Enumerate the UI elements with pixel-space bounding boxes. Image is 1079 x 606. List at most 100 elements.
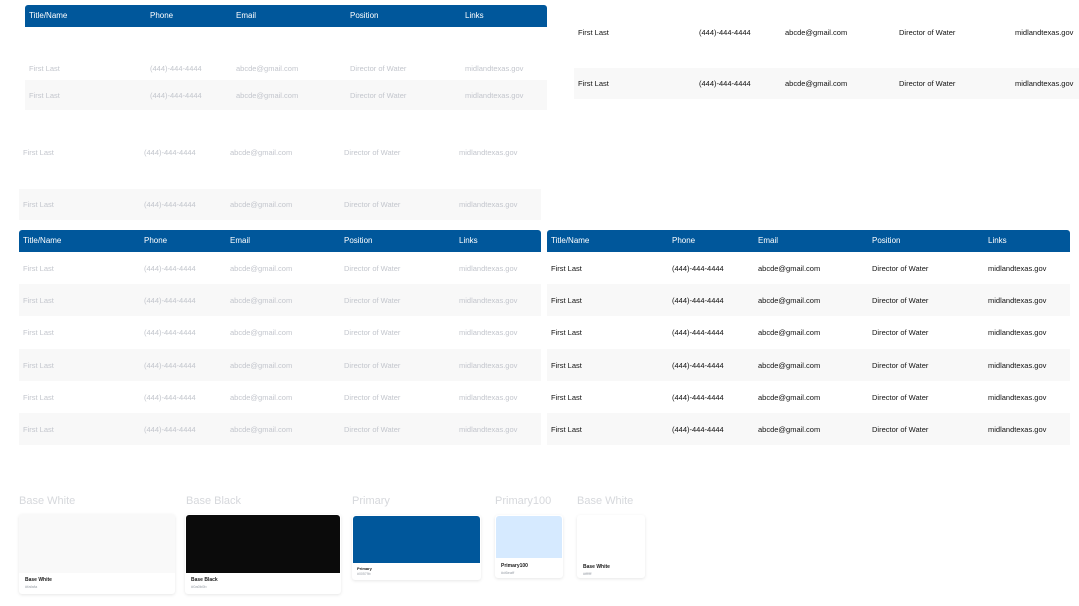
cell-link[interactable]: midlandtexas.gov [988, 296, 1046, 305]
cell-link[interactable]: midlandtexas.gov [459, 296, 517, 305]
cell-link[interactable]: midlandtexas.gov [465, 91, 523, 100]
cell-email[interactable]: abcde@gmail.com [785, 28, 847, 37]
swatch-name: Base White [25, 577, 52, 583]
table-row[interactable]: First Last (444)-444-4444 abcde@gmail.co… [547, 252, 1070, 284]
swatch-card-base-white-2[interactable]: Base White #ffffff [577, 515, 645, 578]
cell-email[interactable]: abcde@gmail.com [758, 328, 820, 337]
cell-name: First Last [29, 91, 60, 100]
cell-name: First Last [551, 328, 582, 337]
cell-email[interactable]: abcde@gmail.com [230, 361, 292, 370]
cell-email[interactable]: abcde@gmail.com [230, 200, 292, 209]
cell-email[interactable]: abcde@gmail.com [230, 425, 292, 434]
cell-email[interactable]: abcde@gmail.com [758, 296, 820, 305]
cell-link[interactable]: midlandtexas.gov [459, 264, 517, 273]
cell-name: First Last [23, 393, 54, 402]
table-row[interactable]: First Last (444)-444-4444 abcde@gmail.co… [574, 68, 1079, 99]
table-row[interactable]: First Last (444)-444-4444 abcde@gmail.co… [19, 189, 541, 220]
cell-email[interactable]: abcde@gmail.com [230, 393, 292, 402]
cell-email[interactable]: abcde@gmail.com [230, 328, 292, 337]
table-e-header: Title/Name Phone Email Position Links [547, 230, 1070, 252]
cell-link[interactable]: midlandtexas.gov [988, 425, 1046, 434]
cell-name: First Last [578, 79, 609, 88]
cell-phone: (444)-444-4444 [144, 361, 196, 370]
cell-phone: (444)-444-4444 [144, 425, 196, 434]
col-header-links[interactable]: Links [465, 5, 484, 27]
cell-name: First Last [551, 425, 582, 434]
col-header-links[interactable]: Links [988, 230, 1007, 252]
col-header-title-name[interactable]: Title/Name [23, 230, 61, 252]
cell-link[interactable]: midlandtexas.gov [1015, 79, 1073, 88]
cell-email[interactable]: abcde@gmail.com [230, 148, 292, 157]
col-header-position[interactable]: Position [350, 5, 378, 27]
swatch-card-base-white[interactable]: Base White #fafafa [19, 514, 175, 594]
cell-name: First Last [23, 425, 54, 434]
table-row[interactable]: First Last (444)-444-4444 abcde@gmail.co… [25, 80, 547, 110]
table-row[interactable]: First Last (444)-444-4444 abcde@gmail.co… [19, 252, 541, 284]
cell-email[interactable]: abcde@gmail.com [230, 296, 292, 305]
cell-link[interactable]: midlandtexas.gov [459, 148, 517, 157]
col-header-position[interactable]: Position [872, 230, 900, 252]
table-row[interactable]: First Last (444)-444-4444 abcde@gmail.co… [19, 349, 541, 381]
table-row[interactable]: First Last (444)-444-4444 abcde@gmail.co… [19, 413, 541, 445]
swatch-title-primary: Primary [352, 495, 390, 507]
col-header-phone[interactable]: Phone [150, 5, 173, 27]
col-header-position[interactable]: Position [344, 230, 372, 252]
swatch-card-primary[interactable]: Primary #00579b [352, 515, 481, 580]
col-header-email[interactable]: Email [230, 230, 250, 252]
cell-phone: (444)-444-4444 [672, 361, 724, 370]
cell-phone: (444)-444-4444 [672, 393, 724, 402]
cell-link[interactable]: midlandtexas.gov [988, 328, 1046, 337]
cell-position: Director of Water [872, 425, 929, 434]
col-header-title-name[interactable]: Title/Name [551, 230, 589, 252]
col-header-email[interactable]: Email [236, 5, 256, 27]
cell-link[interactable]: midlandtexas.gov [459, 200, 517, 209]
swatch-card-primary100[interactable]: Primary100 #d6eaff [495, 515, 563, 578]
cell-name: First Last [23, 200, 54, 209]
cell-position: Director of Water [872, 296, 929, 305]
table-row[interactable]: First Last (444)-444-4444 abcde@gmail.co… [547, 284, 1070, 316]
cell-email[interactable]: abcde@gmail.com [758, 264, 820, 273]
table-row[interactable]: First Last (444)-444-4444 abcde@gmail.co… [19, 316, 541, 349]
cell-name: First Last [23, 361, 54, 370]
table-row[interactable]: First Last (444)-444-4444 abcde@gmail.co… [574, 20, 1079, 46]
cell-email[interactable]: abcde@gmail.com [230, 264, 292, 273]
cell-link[interactable]: midlandtexas.gov [459, 425, 517, 434]
cell-phone: (444)-444-4444 [672, 296, 724, 305]
cell-email[interactable]: abcde@gmail.com [236, 91, 298, 100]
cell-name: First Last [551, 264, 582, 273]
swatch-hex: #0a0b0b [191, 584, 207, 589]
table-row[interactable]: First Last (444)-444-4444 abcde@gmail.co… [25, 58, 547, 80]
cell-name: First Last [23, 264, 54, 273]
cell-phone: (444)-444-4444 [144, 393, 196, 402]
cell-link[interactable]: midlandtexas.gov [1015, 28, 1073, 37]
cell-link[interactable]: midlandtexas.gov [988, 361, 1046, 370]
swatch-card-base-black[interactable]: Base Black #0a0b0b [185, 514, 341, 594]
table-row[interactable]: First Last (444)-444-4444 abcde@gmail.co… [547, 413, 1070, 445]
col-header-email[interactable]: Email [758, 230, 778, 252]
cell-position: Director of Water [344, 361, 401, 370]
cell-email[interactable]: abcde@gmail.com [758, 361, 820, 370]
table-row[interactable]: First Last (444)-444-4444 abcde@gmail.co… [547, 381, 1070, 413]
cell-email[interactable]: abcde@gmail.com [236, 64, 298, 73]
cell-link[interactable]: midlandtexas.gov [988, 393, 1046, 402]
cell-phone: (444)-444-4444 [144, 328, 196, 337]
cell-link[interactable]: midlandtexas.gov [459, 393, 517, 402]
cell-link[interactable]: midlandtexas.gov [459, 328, 517, 337]
cell-link[interactable]: midlandtexas.gov [459, 361, 517, 370]
swatch-title-base-black: Base Black [186, 495, 242, 507]
table-row[interactable]: First Last (444)-444-4444 abcde@gmail.co… [19, 140, 541, 166]
cell-link[interactable]: midlandtexas.gov [988, 264, 1046, 273]
cell-email[interactable]: abcde@gmail.com [758, 425, 820, 434]
col-header-links[interactable]: Links [459, 230, 478, 252]
cell-email[interactable]: abcde@gmail.com [785, 79, 847, 88]
col-header-title-name[interactable]: Title/Name [29, 5, 67, 27]
table-row[interactable]: First Last (444)-444-4444 abcde@gmail.co… [19, 381, 541, 413]
table-row[interactable]: First Last (444)-444-4444 abcde@gmail.co… [547, 349, 1070, 381]
table-row[interactable]: First Last (444)-444-4444 abcde@gmail.co… [19, 284, 541, 316]
cell-email[interactable]: abcde@gmail.com [758, 393, 820, 402]
cell-link[interactable]: midlandtexas.gov [465, 64, 523, 73]
table-row[interactable]: First Last (444)-444-4444 abcde@gmail.co… [547, 316, 1070, 349]
col-header-phone[interactable]: Phone [672, 230, 695, 252]
cell-name: First Last [29, 64, 60, 73]
col-header-phone[interactable]: Phone [144, 230, 167, 252]
